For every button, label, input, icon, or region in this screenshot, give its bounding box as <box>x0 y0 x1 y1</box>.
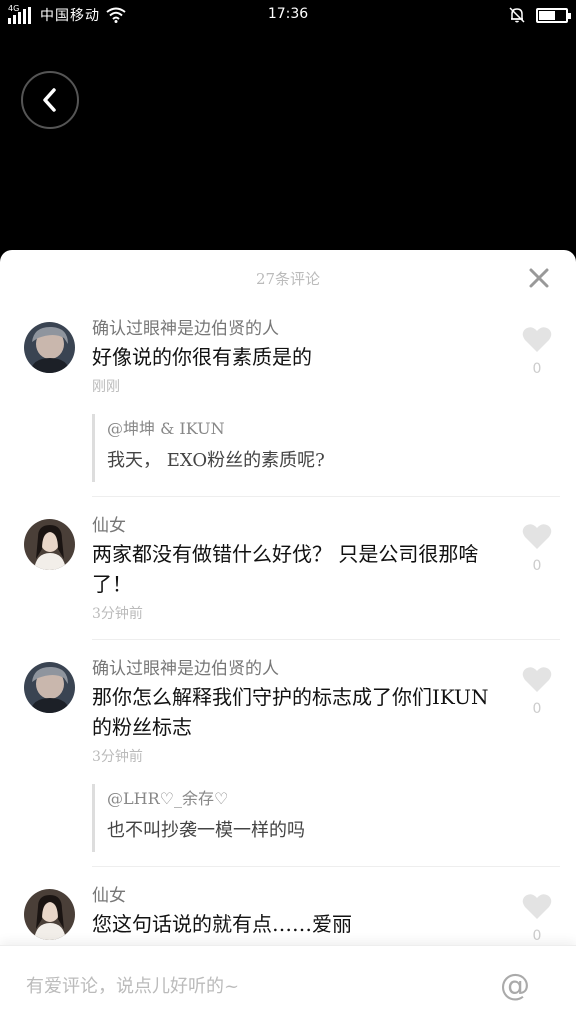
comment-item: 仙女 您这句话说的就有点……爱丽 0 <box>0 881 576 944</box>
comment-username[interactable]: 仙女 <box>92 511 496 537</box>
reply-text: 我天， EXO粉丝的素质呢? <box>107 450 325 471</box>
status-bar: 4G 中国移动 17:36 <box>0 0 576 30</box>
close-icon[interactable] <box>528 267 550 289</box>
heart-icon <box>522 327 552 352</box>
divider <box>92 496 560 497</box>
comments-sheet: 27条评论 确认过眼神是边伯贤的人 好像说的你很有素质是的 刚刚 0 @坤坤 &… <box>0 250 576 1024</box>
female-avatar[interactable] <box>24 889 75 940</box>
comment-time: 刚刚 <box>92 379 120 395</box>
comment-username[interactable]: 仙女 <box>92 881 496 907</box>
heart-icon <box>522 524 552 549</box>
back-button[interactable] <box>21 71 79 129</box>
comment-username[interactable]: 确认过眼神是边伯贤的人 <box>92 654 496 680</box>
reply-username[interactable]: @坤坤 & IKUN <box>107 416 496 442</box>
male-avatar[interactable] <box>24 322 75 373</box>
divider <box>92 639 560 640</box>
male-avatar[interactable] <box>24 662 75 713</box>
female-avatar[interactable] <box>24 519 75 570</box>
like-button[interactable]: 0 <box>522 666 552 717</box>
like-count: 0 <box>532 701 542 717</box>
like-count: 0 <box>532 558 542 574</box>
reply-text: 也不叫抄袭一模一样的吗 <box>107 820 305 841</box>
divider <box>92 866 560 867</box>
like-button[interactable]: 0 <box>522 893 552 944</box>
heart-icon <box>522 667 552 692</box>
comment-text[interactable]: 好像说的你很有素质是的 <box>92 342 496 372</box>
comment-text[interactable]: 那你怎么解释我们守护的标志成了你们IKUN的粉丝标志 <box>92 682 496 742</box>
comment-text[interactable]: 您这句话说的就有点……爱丽 <box>92 909 496 939</box>
battery-icon <box>536 7 571 23</box>
comment-time: 3分钟前 <box>92 749 143 765</box>
chevron-left-icon <box>43 88 56 112</box>
comment-item: 确认过眼神是边伯贤的人 那你怎么解释我们守护的标志成了你们IKUN的粉丝标志 3… <box>0 654 576 852</box>
comment-username[interactable]: 确认过眼神是边伯贤的人 <box>92 314 496 340</box>
comment-text[interactable]: 两家都没有做错什么好伐？ 只是公司很那啥了！ <box>92 539 496 599</box>
reply-quote[interactable]: @LHR♡_余存♡ 也不叫抄袭一模一样的吗 <box>92 784 496 852</box>
silent-bell-icon <box>509 7 525 23</box>
comment-input[interactable] <box>26 970 456 1002</box>
comment-input-bar: @ <box>0 945 576 1024</box>
like-count: 0 <box>532 928 542 944</box>
comment-item: 确认过眼神是边伯贤的人 好像说的你很有素质是的 刚刚 0 @坤坤 & IKUN … <box>0 314 576 482</box>
reply-quote[interactable]: @坤坤 & IKUN 我天， EXO粉丝的素质呢? <box>92 414 496 482</box>
status-right <box>508 6 571 24</box>
comment-item: 仙女 两家都没有做错什么好伐？ 只是公司很那啥了！ 3分钟前 0 <box>0 511 576 625</box>
mention-button[interactable]: @ <box>500 968 530 1003</box>
battery-level <box>539 10 555 20</box>
like-count: 0 <box>532 361 542 377</box>
like-button[interactable]: 0 <box>522 326 552 377</box>
comment-list[interactable]: 确认过眼神是边伯贤的人 好像说的你很有素质是的 刚刚 0 @坤坤 & IKUN … <box>0 314 576 944</box>
clock: 17:36 <box>267 6 309 22</box>
sheet-header: 27条评论 <box>0 250 576 306</box>
comment-time: 3分钟前 <box>92 606 143 622</box>
comment-count-title: 27条评论 <box>255 270 321 288</box>
reply-username[interactable]: @LHR♡_余存♡ <box>107 786 496 812</box>
like-button[interactable]: 0 <box>522 523 552 574</box>
heart-icon <box>522 894 552 919</box>
